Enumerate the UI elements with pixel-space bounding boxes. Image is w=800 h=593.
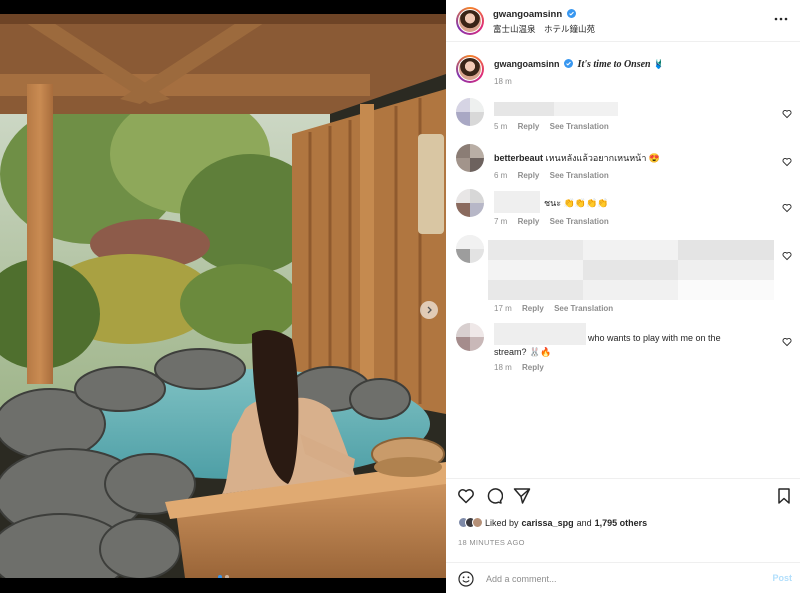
comment-meta: 6 m Reply See Translation <box>494 171 617 180</box>
instagram-post-modal: gwangoamsinn 富士山温泉 ホテル鐘山苑 gwangoamsinn I… <box>0 0 800 593</box>
commenter-avatar[interactable] <box>456 144 484 172</box>
comment-text-row: who wants to play with me on the stream?… <box>494 331 744 359</box>
author-name-row: gwangoamsinn <box>493 9 576 20</box>
post-media[interactable] <box>0 14 446 578</box>
comment-meta: 18 m Reply <box>494 363 552 372</box>
likes-user[interactable]: carissa_spg <box>522 518 574 528</box>
reply-button[interactable]: Reply <box>518 217 540 226</box>
caption-meta: 18 m <box>494 77 520 86</box>
commenter-avatar-blurred[interactable] <box>456 189 484 217</box>
smiley-icon[interactable] <box>458 571 474 587</box>
likes-count[interactable]: 1,795 others <box>595 518 648 528</box>
chevron-right-icon <box>427 306 432 314</box>
commenter-avatar-blurred[interactable] <box>456 323 484 351</box>
comment-meta: 17 m Reply See Translation <box>494 304 621 313</box>
heart-outline-icon[interactable] <box>782 203 792 213</box>
heart-outline-icon[interactable] <box>457 487 475 505</box>
caption-emoji: 🩱 <box>653 59 665 69</box>
caption-text-row: gwangoamsinn It's time to Onsen 🩱 <box>494 57 664 72</box>
post-comment-button[interactable]: Post <box>772 573 792 583</box>
blurred-username <box>494 191 540 213</box>
see-translation-button[interactable]: See Translation <box>554 304 613 313</box>
caption-username[interactable]: gwangoamsinn <box>494 59 560 69</box>
onsen-photo <box>0 14 446 578</box>
carousel-indicator <box>0 575 446 578</box>
author-username[interactable]: gwangoamsinn <box>493 9 562 20</box>
comment-username[interactable]: betterbeaut <box>494 153 543 163</box>
likes-joiner: and <box>576 517 592 528</box>
see-translation-button[interactable]: See Translation <box>550 217 609 226</box>
comment-item: 17 m Reply See Translation <box>446 235 800 317</box>
comment-item: 5 m Reply See Translation <box>446 98 800 140</box>
comment-text: who wants to play with me on the stream? <box>494 333 721 357</box>
paper-plane-icon[interactable] <box>513 487 531 505</box>
comment-age: 18 m <box>494 363 512 372</box>
liker-avatars <box>458 517 483 528</box>
comment-item: who wants to play with me on the stream?… <box>446 323 800 379</box>
reply-button[interactable]: Reply <box>518 171 540 180</box>
commenter-avatar-blurred[interactable] <box>456 98 484 126</box>
blurred-comment-content <box>494 102 618 116</box>
verified-badge-icon <box>564 59 574 68</box>
reply-button[interactable]: Reply <box>522 363 544 372</box>
post-header: gwangoamsinn 富士山温泉 ホテル鐘山苑 <box>446 0 800 42</box>
comment-emoji: 🐰🔥 <box>529 347 552 357</box>
carousel-next-button[interactable] <box>420 301 438 319</box>
heart-outline-icon[interactable] <box>782 251 792 261</box>
blurred-comment-content <box>488 240 774 300</box>
see-translation-button[interactable]: See Translation <box>550 122 609 131</box>
comment-text: ชนะ <box>544 198 562 208</box>
comment-item: ชนะ 👏👏👏👏 7 m Reply See Translation <box>446 189 800 231</box>
likes-prefix: Liked by <box>485 517 519 528</box>
reply-button[interactable]: Reply <box>518 122 540 131</box>
comment-bubble-icon[interactable] <box>485 487 503 505</box>
comment-age: 17 m <box>494 304 512 313</box>
comment-meta: 5 m Reply See Translation <box>494 122 617 131</box>
add-comment-bar: Post <box>446 562 800 593</box>
carousel-dot-active <box>217 575 222 578</box>
caption-text: It's time to Onsen <box>577 59 651 70</box>
author-avatar[interactable] <box>456 7 484 35</box>
more-horizontal-icon[interactable] <box>774 13 788 25</box>
comment-item: betterbeaut เหนหลังแล้วอยากเหนหน้า 😍 6 m… <box>446 144 800 186</box>
post-location[interactable]: 富士山温泉 ホテル鐘山苑 <box>493 23 595 35</box>
heart-outline-icon[interactable] <box>782 157 792 167</box>
comment-text-row: betterbeaut เหนหลังแล้วอยากเหนหน้า 😍 <box>494 151 660 165</box>
post-timestamp[interactable]: 18 MINUTES AGO <box>458 538 525 547</box>
post-details-panel: gwangoamsinn 富士山温泉 ホテル鐘山苑 gwangoamsinn I… <box>446 0 800 593</box>
comment-input[interactable] <box>486 571 756 587</box>
commenter-avatar-blurred[interactable] <box>456 235 484 263</box>
comments-list[interactable]: gwangoamsinn It's time to Onsen 🩱 18 m 5… <box>446 43 800 478</box>
liker-avatar <box>472 517 483 528</box>
caption-age: 18 m <box>494 77 512 86</box>
heart-outline-icon[interactable] <box>782 337 792 347</box>
bookmark-icon[interactable] <box>775 487 793 505</box>
comment-emoji: 👏👏👏👏 <box>563 198 609 208</box>
post-action-bar: Liked by carissa_spg and 1,795 others 18… <box>446 478 800 548</box>
likes-summary: Liked by carissa_spg and 1,795 others <box>458 517 650 528</box>
comment-age: 6 m <box>494 171 508 180</box>
see-translation-button[interactable]: See Translation <box>550 171 609 180</box>
reply-button[interactable]: Reply <box>522 304 544 313</box>
comment-text-row: ชนะ 👏👏👏👏 <box>544 196 608 210</box>
carousel-dot <box>224 575 229 578</box>
comment-text: เหนหลังแล้วอยากเหนหน้า <box>545 153 647 163</box>
heart-outline-icon[interactable] <box>782 109 792 119</box>
comment-age: 5 m <box>494 122 508 131</box>
comment-emoji: 😍 <box>648 153 661 163</box>
comment-age: 7 m <box>494 217 508 226</box>
caption-author-avatar[interactable] <box>456 55 484 83</box>
caption-item: gwangoamsinn It's time to Onsen 🩱 18 m <box>446 55 800 95</box>
verified-badge-icon <box>566 9 576 18</box>
comment-meta: 7 m Reply See Translation <box>494 217 617 226</box>
